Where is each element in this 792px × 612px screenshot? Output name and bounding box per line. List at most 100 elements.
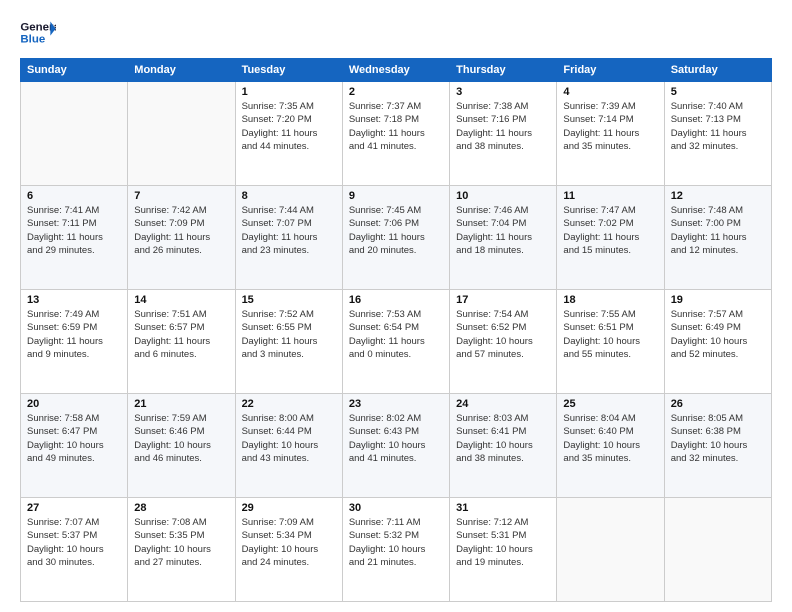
calendar-cell: 28 Sunrise: 7:08 AM Sunset: 5:35 PM Dayli… bbox=[128, 498, 235, 602]
calendar-cell: 24 Sunrise: 8:03 AM Sunset: 6:41 PM Dayli… bbox=[450, 394, 557, 498]
day-number: 1 bbox=[242, 86, 336, 98]
logo-icon: General Blue bbox=[20, 18, 56, 48]
calendar-cell: 26 Sunrise: 8:05 AM Sunset: 6:38 PM Dayli… bbox=[664, 394, 771, 498]
week-row-3: 13Sunrise: 7:49 AM Sunset: 6:59 PM Dayli… bbox=[21, 290, 772, 394]
day-detail: Sunrise: 7:41 AM Sunset: 7:11 PM Dayligh… bbox=[27, 204, 121, 257]
day-detail: Sunrise: 7:09 AM Sunset: 5:34 PM Dayligh… bbox=[242, 516, 336, 569]
week-row-2: 6 Sunrise: 7:41 AM Sunset: 7:11 PM Daylig… bbox=[21, 186, 772, 290]
day-detail: Sunrise: 7:53 AM Sunset: 6:54 PM Dayligh… bbox=[349, 308, 443, 361]
weekday-header-row: SundayMondayTuesdayWednesdayThursdayFrid… bbox=[21, 59, 772, 82]
calendar-table: SundayMondayTuesdayWednesdayThursdayFrid… bbox=[20, 58, 772, 602]
calendar-cell: 12Sunrise: 7:48 AM Sunset: 7:00 PM Dayli… bbox=[664, 186, 771, 290]
logo: General Blue bbox=[20, 18, 56, 48]
day-detail: Sunrise: 8:04 AM Sunset: 6:40 PM Dayligh… bbox=[563, 412, 657, 465]
calendar-cell: 19 Sunrise: 7:57 AM Sunset: 6:49 PM Dayli… bbox=[664, 290, 771, 394]
day-number: 21 bbox=[134, 398, 228, 410]
day-number: 12 bbox=[671, 190, 765, 202]
day-detail: Sunrise: 8:00 AM Sunset: 6:44 PM Dayligh… bbox=[242, 412, 336, 465]
day-number: 7 bbox=[134, 190, 228, 202]
calendar-cell bbox=[557, 498, 664, 602]
calendar-cell: 6 Sunrise: 7:41 AM Sunset: 7:11 PM Daylig… bbox=[21, 186, 128, 290]
day-number: 28 bbox=[134, 502, 228, 514]
day-detail: Sunrise: 8:05 AM Sunset: 6:38 PM Dayligh… bbox=[671, 412, 765, 465]
day-number: 5 bbox=[671, 86, 765, 98]
day-number: 2 bbox=[349, 86, 443, 98]
day-detail: Sunrise: 7:51 AM Sunset: 6:57 PM Dayligh… bbox=[134, 308, 228, 361]
day-number: 24 bbox=[456, 398, 550, 410]
day-number: 15 bbox=[242, 294, 336, 306]
calendar-cell: 22 Sunrise: 8:00 AM Sunset: 6:44 PM Dayli… bbox=[235, 394, 342, 498]
day-number: 23 bbox=[349, 398, 443, 410]
day-number: 6 bbox=[27, 190, 121, 202]
day-number: 25 bbox=[563, 398, 657, 410]
calendar-cell: 1 Sunrise: 7:35 AM Sunset: 7:20 PM Daylig… bbox=[235, 82, 342, 186]
day-detail: Sunrise: 7:55 AM Sunset: 6:51 PM Dayligh… bbox=[563, 308, 657, 361]
calendar-cell: 27Sunrise: 7:07 AM Sunset: 5:37 PM Dayli… bbox=[21, 498, 128, 602]
calendar-cell: 2 Sunrise: 7:37 AM Sunset: 7:18 PM Daylig… bbox=[342, 82, 449, 186]
day-number: 9 bbox=[349, 190, 443, 202]
day-number: 18 bbox=[563, 294, 657, 306]
calendar-cell: 18 Sunrise: 7:55 AM Sunset: 6:51 PM Dayli… bbox=[557, 290, 664, 394]
calendar-cell: 4Sunrise: 7:39 AM Sunset: 7:14 PM Daylig… bbox=[557, 82, 664, 186]
weekday-header-monday: Monday bbox=[128, 59, 235, 82]
day-number: 20 bbox=[27, 398, 121, 410]
weekday-header-wednesday: Wednesday bbox=[342, 59, 449, 82]
day-detail: Sunrise: 7:52 AM Sunset: 6:55 PM Dayligh… bbox=[242, 308, 336, 361]
day-detail: Sunrise: 7:58 AM Sunset: 6:47 PM Dayligh… bbox=[27, 412, 121, 465]
day-detail: Sunrise: 7:39 AM Sunset: 7:14 PM Dayligh… bbox=[563, 100, 657, 153]
calendar-cell: 23 Sunrise: 8:02 AM Sunset: 6:43 PM Dayli… bbox=[342, 394, 449, 498]
weekday-header-saturday: Saturday bbox=[664, 59, 771, 82]
day-number: 31 bbox=[456, 502, 550, 514]
day-detail: Sunrise: 7:54 AM Sunset: 6:52 PM Dayligh… bbox=[456, 308, 550, 361]
day-number: 30 bbox=[349, 502, 443, 514]
day-detail: Sunrise: 7:08 AM Sunset: 5:35 PM Dayligh… bbox=[134, 516, 228, 569]
day-detail: Sunrise: 8:03 AM Sunset: 6:41 PM Dayligh… bbox=[456, 412, 550, 465]
calendar-cell: 17Sunrise: 7:54 AM Sunset: 6:52 PM Dayli… bbox=[450, 290, 557, 394]
day-detail: Sunrise: 7:49 AM Sunset: 6:59 PM Dayligh… bbox=[27, 308, 121, 361]
calendar-cell: 16 Sunrise: 7:53 AM Sunset: 6:54 PM Dayli… bbox=[342, 290, 449, 394]
calendar-cell: 29Sunrise: 7:09 AM Sunset: 5:34 PM Dayli… bbox=[235, 498, 342, 602]
day-detail: Sunrise: 7:40 AM Sunset: 7:13 PM Dayligh… bbox=[671, 100, 765, 153]
calendar-cell: 21 Sunrise: 7:59 AM Sunset: 6:46 PM Dayli… bbox=[128, 394, 235, 498]
calendar-cell: 31Sunrise: 7:12 AM Sunset: 5:31 PM Dayli… bbox=[450, 498, 557, 602]
weekday-header-thursday: Thursday bbox=[450, 59, 557, 82]
day-detail: Sunrise: 7:45 AM Sunset: 7:06 PM Dayligh… bbox=[349, 204, 443, 257]
calendar-cell: 14Sunrise: 7:51 AM Sunset: 6:57 PM Dayli… bbox=[128, 290, 235, 394]
day-number: 26 bbox=[671, 398, 765, 410]
calendar-cell: 10 Sunrise: 7:46 AM Sunset: 7:04 PM Dayli… bbox=[450, 186, 557, 290]
calendar-cell: 20 Sunrise: 7:58 AM Sunset: 6:47 PM Dayli… bbox=[21, 394, 128, 498]
day-number: 19 bbox=[671, 294, 765, 306]
day-detail: Sunrise: 7:42 AM Sunset: 7:09 PM Dayligh… bbox=[134, 204, 228, 257]
calendar-cell: 7 Sunrise: 7:42 AM Sunset: 7:09 PM Daylig… bbox=[128, 186, 235, 290]
calendar-cell: 9 Sunrise: 7:45 AM Sunset: 7:06 PM Daylig… bbox=[342, 186, 449, 290]
day-detail: Sunrise: 7:37 AM Sunset: 7:18 PM Dayligh… bbox=[349, 100, 443, 153]
calendar-cell: 25 Sunrise: 8:04 AM Sunset: 6:40 PM Dayli… bbox=[557, 394, 664, 498]
calendar-cell bbox=[21, 82, 128, 186]
header: General Blue bbox=[20, 18, 772, 48]
day-number: 8 bbox=[242, 190, 336, 202]
day-number: 22 bbox=[242, 398, 336, 410]
day-number: 16 bbox=[349, 294, 443, 306]
day-detail: Sunrise: 7:44 AM Sunset: 7:07 PM Dayligh… bbox=[242, 204, 336, 257]
day-detail: Sunrise: 7:57 AM Sunset: 6:49 PM Dayligh… bbox=[671, 308, 765, 361]
week-row-1: 1 Sunrise: 7:35 AM Sunset: 7:20 PM Daylig… bbox=[21, 82, 772, 186]
day-number: 10 bbox=[456, 190, 550, 202]
day-detail: Sunrise: 7:47 AM Sunset: 7:02 PM Dayligh… bbox=[563, 204, 657, 257]
calendar-cell: 5 Sunrise: 7:40 AM Sunset: 7:13 PM Daylig… bbox=[664, 82, 771, 186]
week-row-5: 27Sunrise: 7:07 AM Sunset: 5:37 PM Dayli… bbox=[21, 498, 772, 602]
calendar-cell: 8 Sunrise: 7:44 AM Sunset: 7:07 PM Daylig… bbox=[235, 186, 342, 290]
calendar-cell: 13Sunrise: 7:49 AM Sunset: 6:59 PM Dayli… bbox=[21, 290, 128, 394]
day-detail: Sunrise: 7:11 AM Sunset: 5:32 PM Dayligh… bbox=[349, 516, 443, 569]
day-detail: Sunrise: 7:07 AM Sunset: 5:37 PM Dayligh… bbox=[27, 516, 121, 569]
calendar-cell: 30 Sunrise: 7:11 AM Sunset: 5:32 PM Dayli… bbox=[342, 498, 449, 602]
calendar-cell: 15 Sunrise: 7:52 AM Sunset: 6:55 PM Dayli… bbox=[235, 290, 342, 394]
day-detail: Sunrise: 7:59 AM Sunset: 6:46 PM Dayligh… bbox=[134, 412, 228, 465]
day-number: 11 bbox=[563, 190, 657, 202]
weekday-header-tuesday: Tuesday bbox=[235, 59, 342, 82]
calendar-cell bbox=[664, 498, 771, 602]
day-detail: Sunrise: 7:46 AM Sunset: 7:04 PM Dayligh… bbox=[456, 204, 550, 257]
calendar-cell: 3Sunrise: 7:38 AM Sunset: 7:16 PM Daylig… bbox=[450, 82, 557, 186]
weekday-header-sunday: Sunday bbox=[21, 59, 128, 82]
day-detail: Sunrise: 8:02 AM Sunset: 6:43 PM Dayligh… bbox=[349, 412, 443, 465]
day-detail: Sunrise: 7:35 AM Sunset: 7:20 PM Dayligh… bbox=[242, 100, 336, 153]
